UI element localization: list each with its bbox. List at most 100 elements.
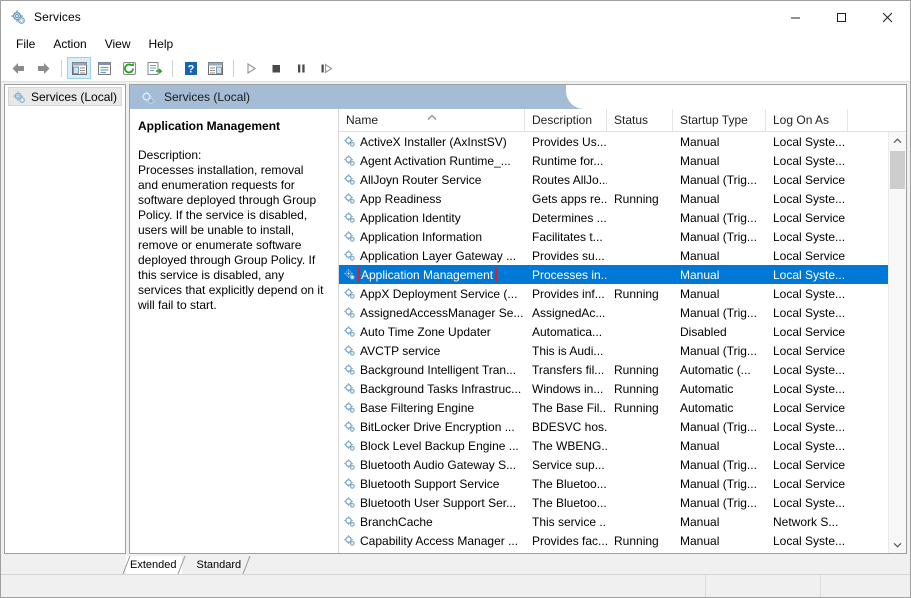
restart-service-icon[interactable] xyxy=(314,57,338,79)
cell-name: AllJoyn Router Service xyxy=(339,173,525,187)
table-row[interactable]: Background Intelligent Tran... Transfers … xyxy=(339,360,888,379)
console-header-notch xyxy=(566,85,906,109)
table-row[interactable]: Block Level Backup Engine ... The WBENG..… xyxy=(339,436,888,455)
service-gear-icon xyxy=(343,515,356,528)
service-gear-icon xyxy=(343,211,356,224)
column-header-log-on-as[interactable]: Log On As xyxy=(766,109,848,131)
table-row[interactable]: Application Layer Gateway ... Provides su… xyxy=(339,246,888,265)
table-row[interactable]: Background Tasks Infrastruc... Windows in… xyxy=(339,379,888,398)
start-service-icon[interactable] xyxy=(239,57,263,79)
table-row[interactable]: BitLocker Drive Encryption ... BDESVC hos… xyxy=(339,417,888,436)
cell-log-on-as: Local Service xyxy=(773,248,846,263)
help-icon[interactable]: ? xyxy=(178,57,202,79)
service-gear-icon xyxy=(343,401,356,414)
table-row[interactable]: ActiveX Installer (AxInstSV) Provides Us.… xyxy=(339,132,888,151)
table-row[interactable]: Application Management Processes in... Man… xyxy=(339,265,888,284)
table-row[interactable]: Auto Time Zone Updater Automatica... Disab… xyxy=(339,322,888,341)
table-row[interactable]: AllJoyn Router Service Routes AllJo... Man… xyxy=(339,170,888,189)
column-header-name[interactable]: Name xyxy=(339,109,525,131)
title-bar: Services xyxy=(1,1,910,33)
cell-description: The Bluetoo... xyxy=(532,476,607,491)
service-name: Base Filtering Engine xyxy=(360,400,475,415)
show-hide-action-pane-icon[interactable] xyxy=(203,57,227,79)
cell-log-on-as: Network S... xyxy=(773,514,839,529)
cell-log-on-as: Local Service xyxy=(773,324,846,339)
table-row[interactable]: Application Identity Determines ... Manual… xyxy=(339,208,888,227)
table-row[interactable]: Application Information Facilitates t... M… xyxy=(339,227,888,246)
table-row[interactable]: AssignedAccessManager Se... AssignedAc...… xyxy=(339,303,888,322)
scrollbar-track[interactable] xyxy=(889,149,906,536)
menu-action[interactable]: Action xyxy=(44,34,95,54)
sort-ascending-icon xyxy=(426,110,437,124)
cell-log-on-as: Local Syste... xyxy=(773,419,846,434)
service-name: BranchCache xyxy=(360,514,433,529)
menu-file[interactable]: File xyxy=(7,34,44,54)
cell-startup-type: Manual (Trig... xyxy=(680,419,757,434)
cell-name: App Readiness xyxy=(339,192,525,206)
service-name: Bluetooth User Support Ser... xyxy=(360,495,517,510)
service-gear-icon xyxy=(343,363,356,376)
services-gear-icon xyxy=(12,90,26,104)
properties-icon[interactable] xyxy=(92,57,116,79)
tree-node-label: Services (Local) xyxy=(31,89,118,104)
cell-log-on-as: Local Service xyxy=(773,210,846,225)
cell-startup-type: Disabled xyxy=(680,324,727,339)
table-row[interactable]: Agent Activation Runtime_... Runtime for.… xyxy=(339,151,888,170)
cell-description: The Base Fil... xyxy=(532,400,607,415)
service-name: Agent Activation Runtime_... xyxy=(360,153,511,168)
stop-service-icon[interactable] xyxy=(264,57,288,79)
cell-log-on-as: Local Syste... xyxy=(773,229,846,244)
tab-standard[interactable]: Standard xyxy=(192,555,251,575)
table-row[interactable]: App Readiness Gets apps re... Running Manua… xyxy=(339,189,888,208)
show-hide-console-tree-icon[interactable] xyxy=(67,57,91,79)
service-gear-icon xyxy=(343,325,356,338)
cell-description: Processes in... xyxy=(532,267,607,282)
vertical-scrollbar[interactable] xyxy=(888,132,906,553)
refresh-icon[interactable] xyxy=(117,57,141,79)
menu-help[interactable]: Help xyxy=(140,34,183,54)
cell-status: Running xyxy=(614,286,659,301)
service-name: Background Tasks Infrastruc... xyxy=(360,381,522,396)
cell-name: Application Management xyxy=(339,267,525,282)
cell-name: Auto Time Zone Updater xyxy=(339,325,525,339)
column-header-filler xyxy=(848,109,906,131)
cell-name: AssignedAccessManager Se... xyxy=(339,306,525,320)
table-row[interactable]: Base Filtering Engine The Base Fil... Runn… xyxy=(339,398,888,417)
menu-view[interactable]: View xyxy=(96,34,140,54)
back-arrow-icon[interactable] xyxy=(6,57,30,79)
table-row[interactable]: AppX Deployment Service (... Provides inf… xyxy=(339,284,888,303)
tree-node-services-local[interactable]: Services (Local) xyxy=(8,87,122,106)
close-button[interactable] xyxy=(864,1,910,33)
window-controls xyxy=(772,1,910,33)
tab-extended[interactable]: Extended xyxy=(122,555,186,575)
cell-description: AssignedAc... xyxy=(532,305,606,320)
table-row[interactable]: BranchCache This service ... Manual Network… xyxy=(339,512,888,531)
view-tabs: Extended Standard xyxy=(1,554,910,575)
column-header-description[interactable]: Description xyxy=(525,109,607,131)
table-row[interactable]: Bluetooth Audio Gateway S... Service sup.… xyxy=(339,455,888,474)
services-window: Services File Action View Help ? Service… xyxy=(0,0,911,598)
console-header-title: Services (Local) xyxy=(164,90,251,104)
pause-service-icon[interactable] xyxy=(289,57,313,79)
table-row[interactable]: AVCTP service This is Audi... Manual (Trig… xyxy=(339,341,888,360)
table-row[interactable]: Bluetooth Support Service The Bluetoo... M… xyxy=(339,474,888,493)
column-header-startup-type[interactable]: Startup Type xyxy=(673,109,766,131)
cell-log-on-as: Local Service xyxy=(773,343,846,358)
service-name: Application Identity xyxy=(360,210,461,225)
cell-log-on-as: Local Syste... xyxy=(773,533,846,548)
export-list-icon[interactable] xyxy=(142,57,166,79)
minimize-button[interactable] xyxy=(772,1,818,33)
cell-name: BranchCache xyxy=(339,515,525,529)
table-row[interactable]: Bluetooth User Support Ser... The Bluetoo… xyxy=(339,493,888,512)
tab-extended-label: Extended xyxy=(130,559,177,571)
maximize-button[interactable] xyxy=(818,1,864,33)
table-row[interactable]: Capability Access Manager ... Provides fa… xyxy=(339,531,888,550)
cell-log-on-as: Local Service xyxy=(773,172,846,187)
scroll-up-arrow-icon[interactable] xyxy=(889,132,906,149)
column-header-status[interactable]: Status xyxy=(607,109,673,131)
scroll-down-arrow-icon[interactable] xyxy=(889,536,906,553)
cell-status: Running xyxy=(614,400,659,415)
scrollbar-thumb[interactable] xyxy=(890,151,905,189)
forward-arrow-icon[interactable] xyxy=(31,57,55,79)
cell-description: This service ... xyxy=(532,514,607,529)
